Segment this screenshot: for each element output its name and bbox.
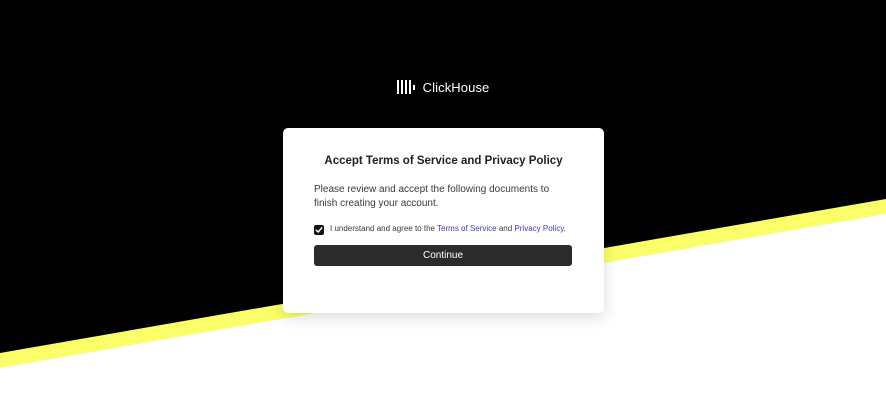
terms-dialog: Accept Terms of Service and Privacy Poli… [283, 128, 604, 313]
dialog-description: Please review and accept the following d… [314, 184, 550, 209]
consent-conjunction: and [496, 224, 515, 233]
continue-button[interactable]: Continue [314, 245, 572, 266]
brand-header: ClickHouse [0, 79, 886, 95]
page: ClickHouse Accept Terms of Service and P… [0, 0, 886, 402]
consent-row: I understand and agree to the Terms of S… [314, 223, 573, 235]
consent-label: I understand and agree to the Terms of S… [330, 223, 566, 235]
consent-checkbox[interactable] [314, 225, 324, 235]
checkmark-icon [315, 227, 323, 233]
terms-of-service-link[interactable]: Terms of Service [437, 224, 497, 233]
clickhouse-logo-icon [396, 79, 415, 95]
privacy-policy-link[interactable]: Privacy Policy [514, 224, 563, 233]
consent-suffix: . [563, 224, 566, 233]
consent-prefix: I understand and agree to the [330, 224, 438, 233]
dialog-title: Accept Terms of Service and Privacy Poli… [324, 155, 563, 167]
brand-name: ClickHouse [422, 79, 490, 95]
